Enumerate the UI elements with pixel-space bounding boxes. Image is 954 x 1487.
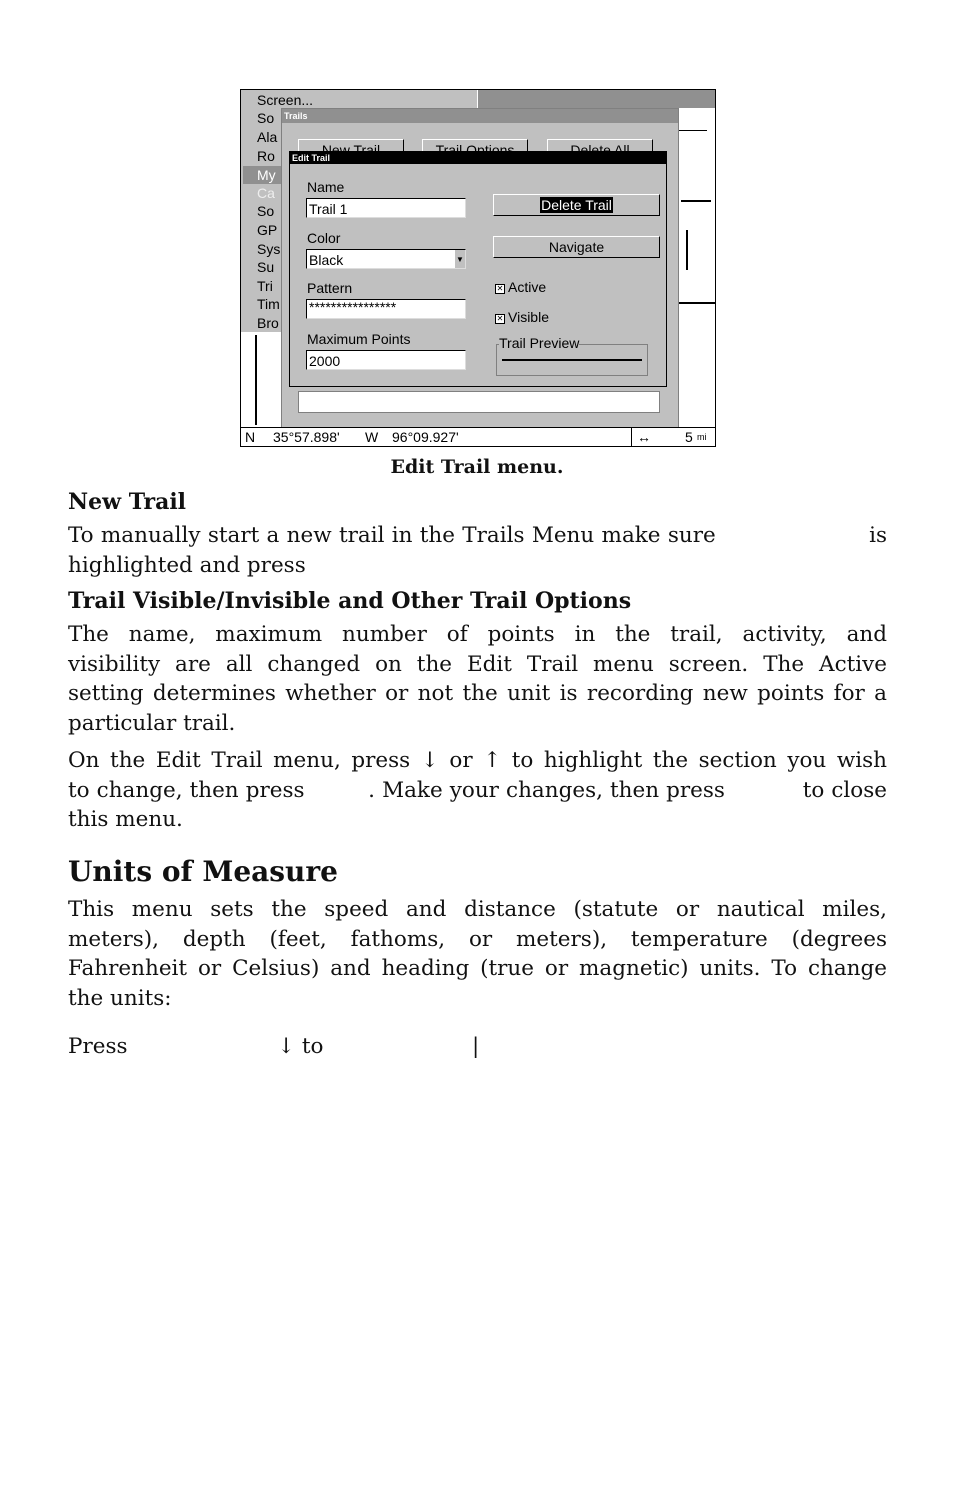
paragraph: This menu sets the speed and distance (s… [68,895,887,1013]
text-line: highlighted and press [68,552,306,578]
text-line: setting determines whether or not the un… [68,681,887,707]
text-line: The name, maximum number of points in th… [68,622,887,647]
map-scale-unit: mi [697,432,707,442]
menu-item[interactable]: So [257,203,274,219]
max-points-field[interactable]: 2000 [306,350,466,370]
trails-title: Trails [282,109,678,123]
menu-item-disabled: Ca [257,185,275,201]
text-line: meters), depth (feet, fathoms, or meters… [68,926,887,952]
menu-item[interactable]: Tri [257,278,273,294]
name-label: Name [307,179,345,195]
color-value: Black [309,252,344,268]
menu-item-selected[interactable]: My [257,167,276,183]
trail-preview-label: Trail Preview [499,335,580,351]
zoom-range-icon: ↔ [637,429,651,445]
color-dropdown[interactable]: Black ▼ [306,249,466,269]
text-line: this menu. [68,807,183,833]
map-scale: 5 [685,429,693,445]
menu-item[interactable]: GP [257,222,277,238]
menu-item[interactable]: Su [257,259,274,275]
text-line: visibility are all changed on the Edit T… [68,651,887,677]
trail-preview-line [502,359,642,361]
menu-item[interactable]: So [257,110,274,126]
menu-item[interactable]: Ro [257,148,275,164]
paragraph: To manually start a new trail in the Tra… [68,521,887,580]
edit-trail-dialog: Edit Trail Name Trail 1 Color Black ▼ Pat… [289,151,667,387]
text-line: particular trail. [68,710,236,736]
figure-caption: Edit Trail menu. [390,456,564,478]
checkbox-checked-icon: ✕ [495,314,505,324]
paragraph: On the Edit Trail menu, press ↓ or ↑ to … [68,746,887,835]
pattern-label: Pattern [307,280,353,296]
menu-item[interactable]: Ala [257,129,277,145]
max-points-label: Maximum Points [307,331,411,347]
active-label: Active [508,279,547,295]
text-line: To manually start a new trail in the Tra… [68,523,887,548]
edit-trail-title: Edit Trail [290,152,666,164]
text-line: On the Edit Trail menu, press ↓ or ↑ to … [68,748,887,773]
menu-item[interactable]: Bro [257,315,279,331]
navigate-button[interactable]: Navigate [493,236,660,258]
active-checkbox[interactable]: ✕ Active [495,279,546,295]
visible-checkbox[interactable]: ✕ Visible [495,309,549,325]
delete-trail-button[interactable]: Delete Trail [493,194,660,216]
chevron-down-icon[interactable]: ▼ [455,250,465,268]
device-screenshot: Screen... So Ala Ro My Ca So GP Sys Su T… [240,89,716,447]
text-line: to change, then press . Make your change… [68,777,887,803]
text-line: This menu sets the speed and distance (s… [68,897,887,922]
document-page: Screen... So Ala Ro My Ca So GP Sys Su T… [0,0,954,1487]
trail-preview-box: Trail Preview [496,335,648,376]
status-bar: N 35°57.898' W 96°09.927' ↔ 5 mi [241,427,715,446]
color-label: Color [307,230,341,246]
visible-label: Visible [508,309,549,325]
latitude: 35°57.898' [273,429,340,445]
section-title: Units of Measure [68,855,338,888]
menu-item[interactable]: Screen... [257,92,313,108]
text-segment: Press [68,1034,128,1059]
text-segment: ↓ to [277,1034,324,1059]
name-field[interactable]: Trail 1 [306,198,466,218]
text-line: Fahrenheit or Celsius) and heading (true… [68,956,887,982]
longitude: 96°09.927' [392,429,459,445]
pattern-field[interactable]: **************** [306,299,466,319]
checkbox-checked-icon: ✕ [495,284,505,294]
longitude-hemisphere: W [365,429,379,445]
paragraph: The name, maximum number of points in th… [68,620,887,738]
section-heading: New Trail [68,489,187,515]
section-heading: Trail Visible/Invisible and Other Trail … [68,588,632,614]
menu-item[interactable]: Tim [257,296,280,312]
latitude-hemisphere: N [245,429,256,445]
text-line: the units: [68,985,172,1011]
text-segment: | [472,1034,480,1059]
map-header [478,90,715,108]
delete-trail-label: Delete Trail [540,197,613,213]
menu-item[interactable]: Sys [257,241,280,257]
